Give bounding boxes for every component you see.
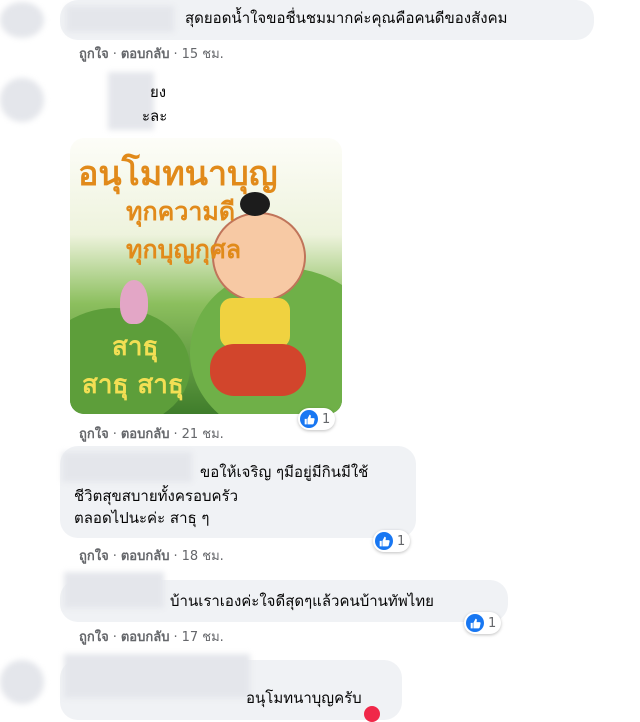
reaction-icon-partial <box>364 706 380 722</box>
reaction-count[interactable]: 1 <box>373 530 411 552</box>
like-link[interactable]: ถูกใจ <box>79 549 109 564</box>
sticker-image[interactable]: อนุโมทนาบุญ ทุกความดี ทุกบุญกุศล สาธุ สา… <box>70 138 342 414</box>
comment-bubble: ขอให้เจริญ ๆมีอยู่มีกินมีใช้ ชีวิตสุขสบา… <box>60 446 416 538</box>
timestamp[interactable]: 17 ชม. <box>182 630 224 645</box>
comment-bubble: บ้านเราเองค่ะใจดีสุดๆแล้วคนบ้านทัพไทย <box>60 572 508 622</box>
like-link[interactable]: ถูกใจ <box>79 630 109 645</box>
thumbs-up-icon <box>466 614 484 632</box>
child-pants-icon <box>210 344 306 396</box>
timestamp[interactable]: 15 ชม. <box>182 47 224 62</box>
author-name-redacted[interactable] <box>62 452 192 482</box>
sticker-line: ทุกความดี <box>126 197 236 226</box>
comment-text: ะละ <box>142 107 168 125</box>
like-link[interactable]: ถูกใจ <box>79 47 109 62</box>
timestamp[interactable]: 18 ชม. <box>182 549 224 564</box>
author-name-redacted[interactable] <box>64 654 250 698</box>
avatar[interactable] <box>0 660 44 704</box>
comment-text: ยง <box>150 83 167 101</box>
reaction-number: 1 <box>322 411 331 427</box>
reply-link[interactable]: ตอบกลับ <box>121 427 170 442</box>
comment-actions: ถูกใจ · ตอบกลับ · 21 ชม. <box>79 427 224 442</box>
like-link[interactable]: ถูกใจ <box>79 427 109 442</box>
thumbs-up-icon <box>300 410 318 428</box>
sticker-bottom-text: สาธุ สาธุ <box>82 370 184 400</box>
comment-text: ตลอดไปนะค่ะ สาธุ ๆ <box>74 509 210 527</box>
reaction-number: 1 <box>397 533 406 549</box>
thumbs-up-icon <box>375 532 393 550</box>
author-name-redacted[interactable] <box>64 572 164 608</box>
reply-link[interactable]: ตอบกลับ <box>121 47 170 62</box>
sticker-line: ทุกบุญกุศล <box>126 235 242 264</box>
avatar[interactable] <box>0 78 44 122</box>
avatar[interactable] <box>0 2 44 38</box>
comment-bubble: อนุโมทนาบุญครับ <box>60 654 402 720</box>
child-body-icon <box>220 298 290 348</box>
comment-actions: ถูกใจ · ตอบกลับ · 17 ชม. <box>79 630 224 645</box>
author-name-redacted[interactable] <box>66 6 174 32</box>
comment-text: ชีวิตสุขสบายทั้งครอบครัว <box>74 487 238 505</box>
sticker-bottom-text: สาธุ <box>112 332 159 362</box>
comment-text: บ้านเราเองค่ะใจดีสุดๆแล้วคนบ้านทัพไทย <box>170 592 434 610</box>
reaction-count[interactable]: 1 <box>298 408 336 430</box>
reply-link[interactable]: ตอบกลับ <box>121 549 170 564</box>
timestamp[interactable]: 21 ชม. <box>182 427 224 442</box>
comment-text: อนุโมทนาบุญครับ <box>246 689 362 707</box>
comment-text: ขอให้เจริญ ๆมีอยู่มีกินมีใช้ <box>200 463 369 481</box>
reaction-count[interactable]: 1 <box>464 612 502 634</box>
comment-actions: ถูกใจ · ตอบกลับ · 18 ชม. <box>79 549 224 564</box>
reply-link[interactable]: ตอบกลับ <box>121 630 170 645</box>
comment-actions: ถูกใจ · ตอบกลับ · 15 ชม. <box>79 47 224 62</box>
lotus-flower-icon <box>120 280 148 324</box>
comment-text: สุดยอดน้ำใจขอชื่นชมมากค่ะคุณคือคนดีของสั… <box>185 9 508 27</box>
reaction-number: 1 <box>488 615 497 631</box>
comment-bubble: สุดยอดน้ำใจขอชื่นชมมากค่ะคุณคือคนดีของสั… <box>60 0 594 40</box>
